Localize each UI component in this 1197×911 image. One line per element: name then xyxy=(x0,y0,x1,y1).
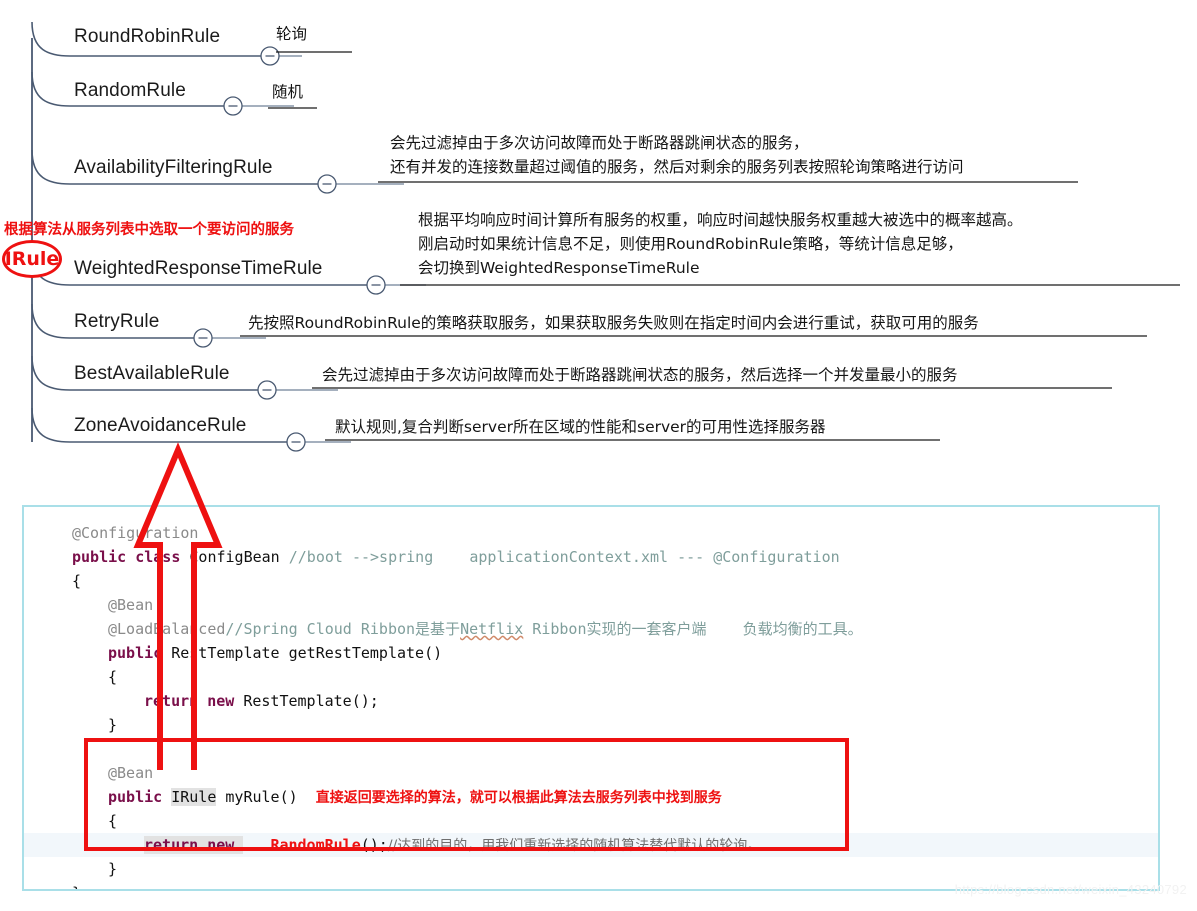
code-line[interactable]: @Configuration xyxy=(24,521,1158,545)
irule-root-note: 根据算法从服务列表中选取一个要访问的服务 xyxy=(4,222,294,238)
annotation-BestAvailableRule: 会先过滤掉由于多次访问故障而处于断路器跳闸状态的服务，然后选择一个并发量最小的服… xyxy=(322,363,958,387)
irule-root-label: IRule xyxy=(4,247,60,270)
diagram-canvas: RoundRobinRule RandomRule AvailabilityFilt… xyxy=(0,0,1197,911)
code-token: } xyxy=(72,884,81,889)
annotation-WeightedResponseTimeRule: 根据平均响应时间计算所有服务的权重，响应时间越快服务权重越大被选中的概率越高。刚… xyxy=(418,208,1023,280)
mindmap-node-WeightedResponseTimeRule[interactable]: WeightedResponseTimeRule xyxy=(74,258,322,280)
annotation-line: 默认规则,复合判断server所在区域的性能和server的可用性选择服务器 xyxy=(335,418,826,436)
code-token: //达到的目的，用我们重新选择的随机算法替代默认的轮询。 xyxy=(387,838,762,854)
mindmap-node-BestAvailableRule[interactable]: BestAvailableRule xyxy=(74,363,230,385)
code-line[interactable]: { xyxy=(24,665,1158,689)
mindmap-node-RoundRobinRule[interactable]: RoundRobinRule xyxy=(74,26,220,48)
collapse-toggle-icon[interactable] xyxy=(193,328,213,348)
annotation-line: 会切换到WeightedResponseTimeRule xyxy=(418,259,700,277)
code-token: RestTemplate getRestTemplate() xyxy=(171,644,443,662)
annotation-AvailabilityFilteringRule: 会先过滤掉由于多次访问故障而处于断路器跳闸状态的服务， 还有并发的连接数量超过阈值… xyxy=(390,131,964,179)
mindmap-node-ZoneAvoidanceRule[interactable]: ZoneAvoidanceRule xyxy=(74,415,246,437)
code-token: RandomRule xyxy=(270,836,361,854)
code-line[interactable]: return new RestTemplate(); xyxy=(24,689,1158,713)
collapse-toggle-icon[interactable] xyxy=(317,174,337,194)
code-token: public xyxy=(108,788,172,806)
code-line[interactable]: public class ConfigBean //boot -->spring… xyxy=(24,545,1158,569)
collapse-toggle-icon[interactable] xyxy=(260,46,280,66)
code-token: return new xyxy=(144,692,244,710)
code-token: } xyxy=(108,860,118,878)
annotation-line: 根据平均响应时间计算所有服务的权重，响应时间越快服务权重越大被选中的概率越高。 xyxy=(418,211,1023,229)
code-line[interactable]: } xyxy=(24,857,1158,881)
code-line[interactable]: { xyxy=(24,569,1158,593)
code-block-panel[interactable]: @Configuration public class ConfigBean //… xyxy=(22,505,1160,891)
collapse-toggle-icon[interactable] xyxy=(366,275,386,295)
code-token: IRule xyxy=(171,788,217,806)
mindmap-node-RetryRule[interactable]: RetryRule xyxy=(74,311,159,333)
code-line[interactable]: } xyxy=(24,713,1158,737)
annotation-line: 轮询 xyxy=(276,25,308,43)
code-line[interactable]: @LoadBalanced//Spring Cloud Ribbon是基于Net… xyxy=(24,617,1158,641)
code-token: return new xyxy=(144,836,244,854)
annotation-ZoneAvoidanceRule: 默认规则,复合判断server所在区域的性能和server的可用性选择服务器 xyxy=(335,415,826,439)
code-token: @LoadBalanced xyxy=(108,620,226,638)
watermark-text: https://blog.csdn.net/weixin_43240792 xyxy=(954,882,1187,897)
code-token: 直接返回要选择的算法，就可以根据此算法去服务列表中找到服务 xyxy=(315,790,722,806)
mindmap-node-AvailabilityFilteringRule[interactable]: AvailabilityFilteringRule xyxy=(74,157,273,179)
annotation-line: 先按照RoundRobinRule的策略获取服务，如果获取服务失败则在指定时间内… xyxy=(248,314,979,332)
collapse-toggle-icon[interactable] xyxy=(223,96,243,116)
mindmap-node-RandomRule[interactable]: RandomRule xyxy=(74,80,186,102)
code-lines: @Configuration public class ConfigBean //… xyxy=(24,507,1158,889)
code-token: Ribbon实现的一套客户端 负载均衡的工具。 xyxy=(523,620,863,638)
code-token: public class xyxy=(72,548,190,566)
collapse-toggle-icon[interactable] xyxy=(257,380,277,400)
code-token: RestTemplate(); xyxy=(243,692,379,710)
code-token: applicationContext.xml --- @Configuratio… xyxy=(469,548,840,566)
code-line[interactable]: return new RandomRule();//达到的目的，用我们重新选择的… xyxy=(24,833,1158,857)
code-line[interactable]: public RestTemplate getRestTemplate() xyxy=(24,641,1158,665)
annotation-line: 刚启动时如果统计信息不足，则使用RoundRobinRule策略，等统计信息足够… xyxy=(418,235,963,253)
code-line[interactable] xyxy=(24,737,1158,761)
annotation-line: 会先过滤掉由于多次访问故障而处于断路器跳闸状态的服务， xyxy=(390,134,809,152)
code-token: } xyxy=(108,716,118,734)
annotation-RandomRule: 随机 xyxy=(272,80,303,104)
code-token: public xyxy=(108,644,172,662)
code-line[interactable]: { xyxy=(24,809,1158,833)
annotation-line: 还有并发的连接数量超过阈值的服务，然后对剩余的服务列表按照轮询策略进行访问 xyxy=(390,158,964,176)
code-token: { xyxy=(108,812,118,830)
annotation-RoundRobinRule: 轮询 xyxy=(276,22,307,46)
collapse-toggle-icon[interactable] xyxy=(286,432,306,452)
code-token: //boot -->spring xyxy=(288,548,434,566)
annotation-line: 随机 xyxy=(272,83,304,101)
code-token: @Configuration xyxy=(72,524,199,542)
code-token: //Spring Cloud Ribbon是基于 xyxy=(225,620,461,638)
code-token: ConfigBean xyxy=(189,548,289,566)
code-line[interactable]: @Bean xyxy=(24,593,1158,617)
code-token: @Bean xyxy=(108,596,154,614)
code-line[interactable]: @Bean xyxy=(24,761,1158,785)
irule-root-badge[interactable]: IRule xyxy=(2,240,62,278)
code-token: (); xyxy=(360,836,388,854)
code-token: { xyxy=(72,572,82,590)
annotation-line: 会先过滤掉由于多次访问故障而处于断路器跳闸状态的服务，然后选择一个并发量最小的服… xyxy=(322,366,958,384)
code-token: myRule() xyxy=(216,788,316,806)
code-token: Netflix xyxy=(460,620,524,638)
code-token: @Bean xyxy=(108,764,154,782)
annotation-RetryRule: 先按照RoundRobinRule的策略获取服务，如果获取服务失败则在指定时间内… xyxy=(248,311,979,335)
code-token: { xyxy=(108,668,118,686)
code-line[interactable]: public IRule myRule() 直接返回要选择的算法，就可以根据此算… xyxy=(24,785,1158,809)
